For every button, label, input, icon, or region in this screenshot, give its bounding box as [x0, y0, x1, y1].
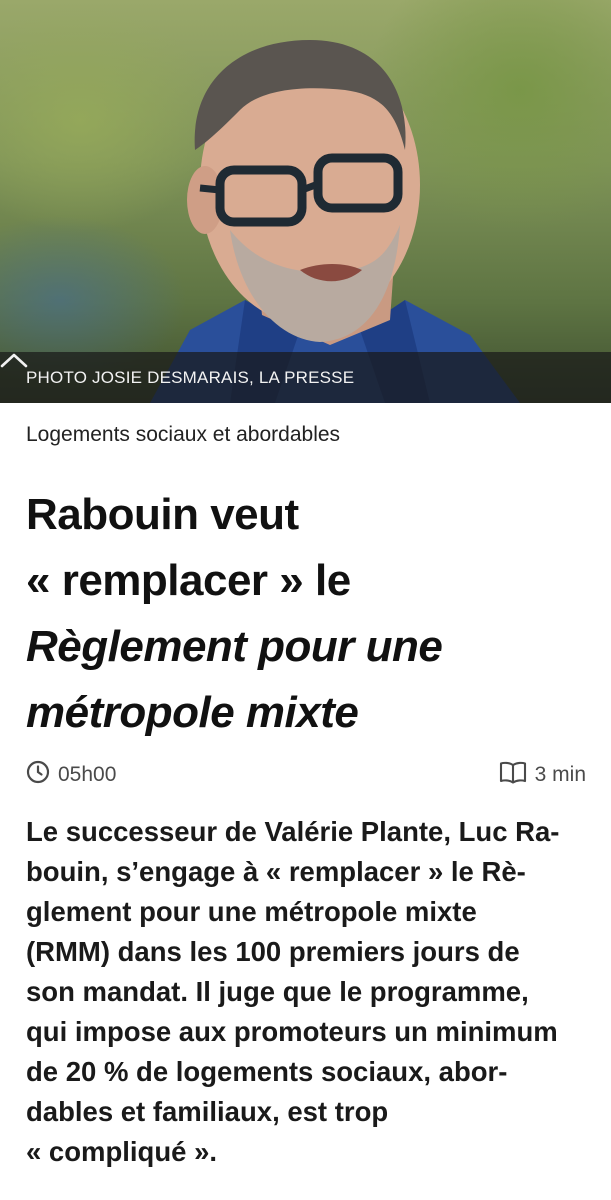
lede-line: qui impose aux promoteurs un minimum — [26, 1016, 558, 1047]
publish-time: 05h00 — [26, 760, 116, 790]
headline-line-4: métropole mixte — [26, 688, 359, 737]
publish-time-text: 05h00 — [58, 763, 117, 786]
reading-time: 3 min — [499, 760, 586, 790]
photo-credit: PHOTO JOSIE DESMARAIS, LA PRESSE — [26, 367, 355, 387]
lede-line: glement pour une métropole mixte — [26, 896, 477, 927]
headline-line-2: « remplacer » le — [26, 556, 351, 605]
lede-line: (RMM) dans les 100 premiers jours de — [26, 936, 520, 967]
photo-caption-bar: PHOTO JOSIE DESMARAIS, LA PRESSE — [0, 352, 611, 403]
headline-line-3: Règlement pour une — [26, 622, 443, 671]
article-hero-photo: PHOTO JOSIE DESMARAIS, LA PRESSE — [0, 0, 611, 403]
section-label[interactable]: Logements sociaux et abordables — [26, 423, 340, 447]
article-lede: Le successeur de Valérie Plante, Luc Ra-… — [26, 812, 590, 1172]
lede-line: Le successeur de Valérie Plante, Luc Ra- — [26, 816, 560, 847]
lede-line: son mandat. Il juge que le programme, — [26, 976, 529, 1007]
clock-icon — [26, 760, 50, 790]
article-meta: 05h00 3 min — [26, 758, 586, 792]
lede-line: « compliqué ». — [26, 1136, 218, 1167]
book-icon — [499, 760, 527, 790]
headline-line-1: Rabouin veut — [26, 490, 299, 539]
lede-line: bouin, s’engage à « remplacer » le Rè- — [26, 856, 526, 887]
article-headline: Rabouin veut « remplacer » le Règlement … — [26, 482, 586, 746]
lede-line: dables et familiaux, est trop — [26, 1096, 389, 1127]
chevron-up-icon[interactable] — [0, 353, 585, 388]
portrait-illustration — [150, 40, 520, 403]
reading-time-text: 3 min — [534, 763, 586, 786]
lede-line: de 20 % de logements sociaux, abor- — [26, 1056, 508, 1087]
